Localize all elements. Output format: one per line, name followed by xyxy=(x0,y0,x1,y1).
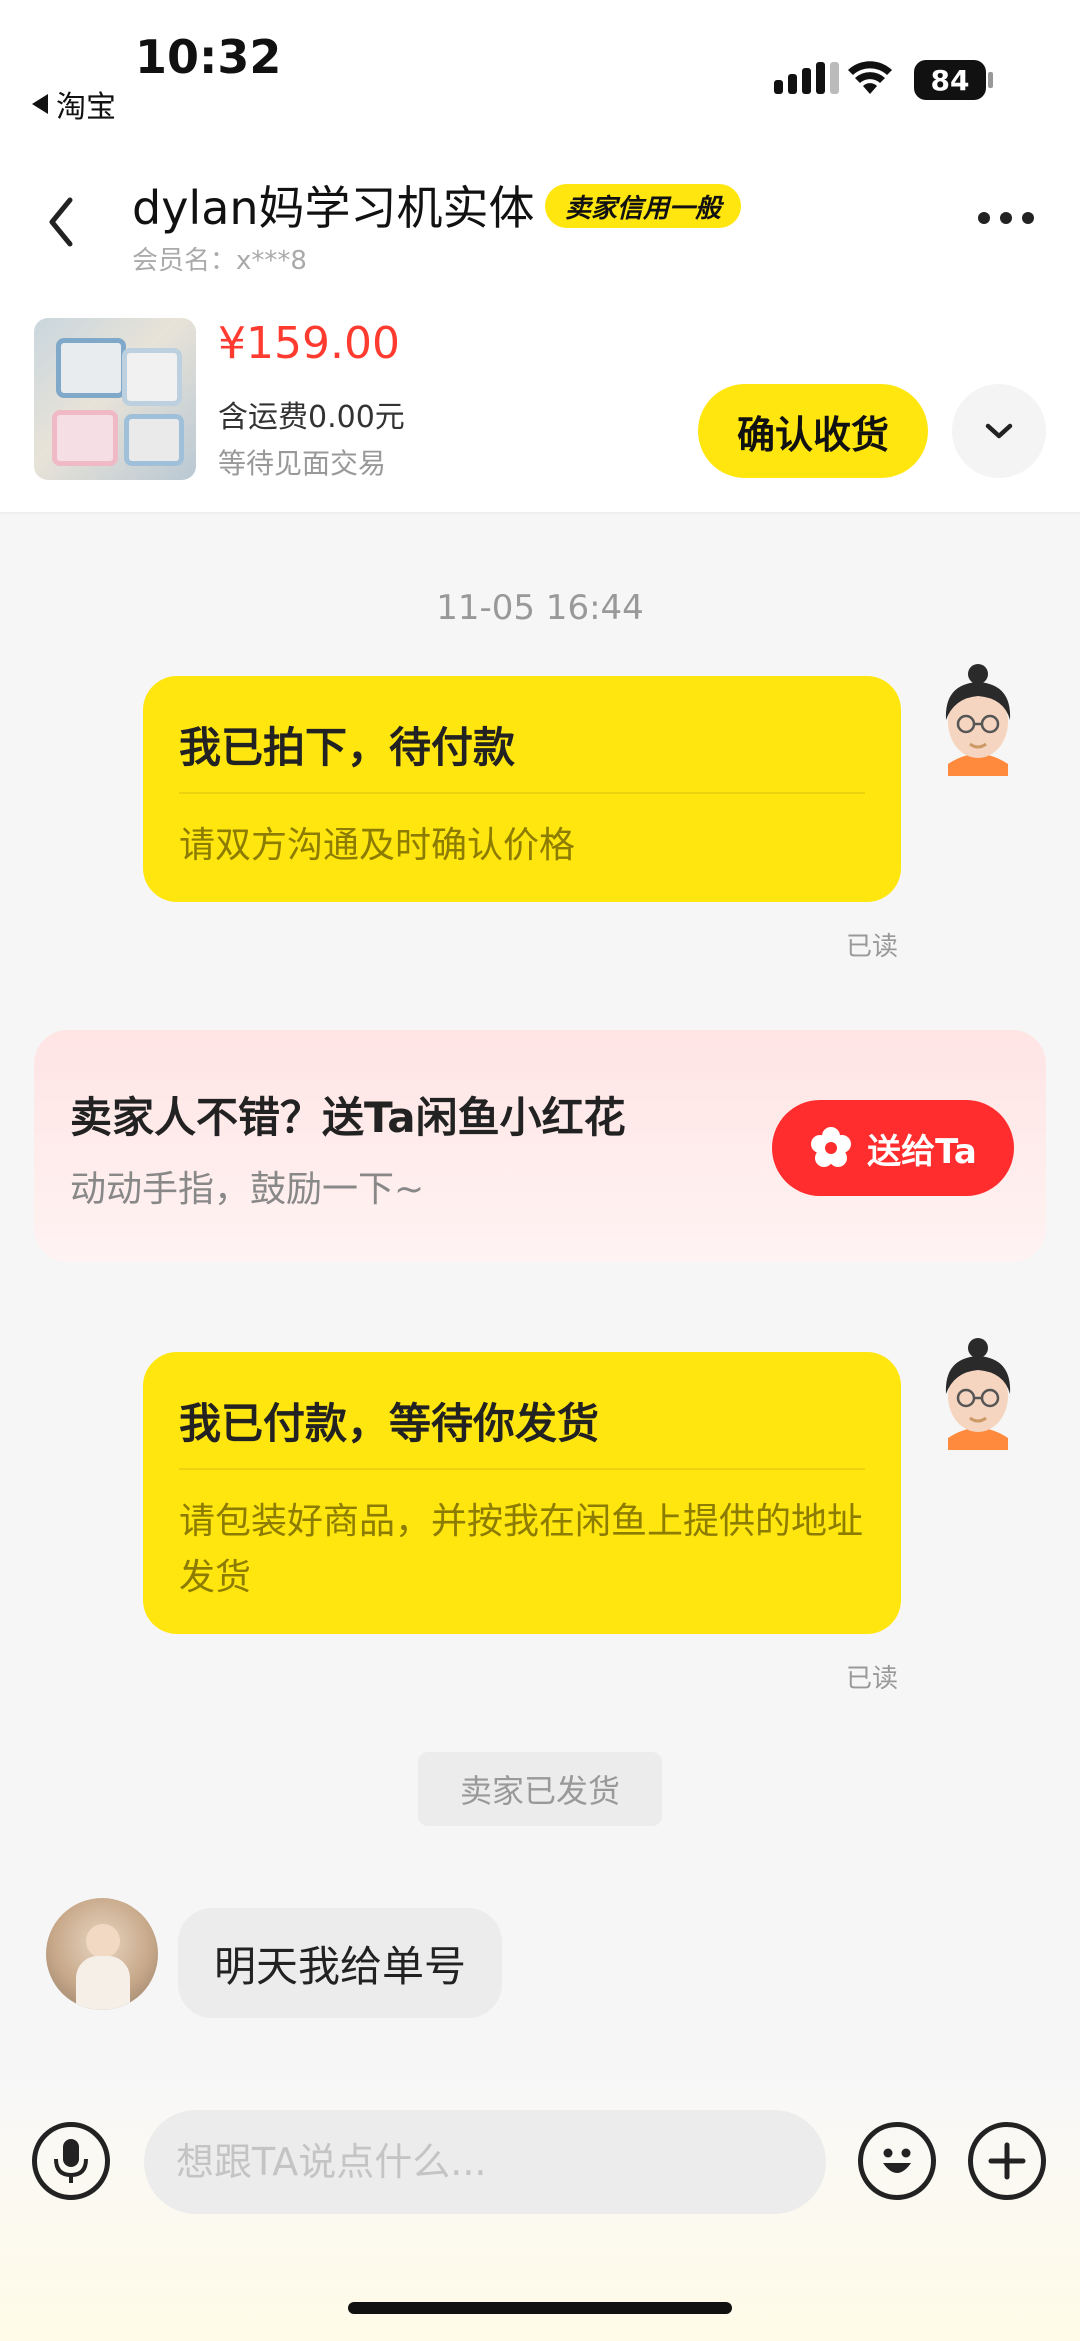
card-title: 我已拍下，待付款 xyxy=(179,723,516,772)
back-to-app-link[interactable]: 淘宝 xyxy=(32,82,116,126)
smiley-icon xyxy=(883,2148,911,2173)
my-avatar[interactable] xyxy=(930,1338,1026,1450)
system-status-tag: 卖家已发货 xyxy=(418,1752,662,1826)
flower-icon xyxy=(811,1127,852,1167)
plus-icon xyxy=(988,2142,1026,2180)
seller-avatar[interactable] xyxy=(46,1898,158,2010)
wifi-icon xyxy=(848,61,892,94)
chevron-left-icon[interactable] xyxy=(40,192,84,252)
confirm-receipt-button[interactable]: 确认收货 xyxy=(698,384,928,478)
send-flower-button[interactable]: 送给Ta xyxy=(772,1100,1014,1196)
flower-banner-subtitle: 动动手指，鼓励一下~ xyxy=(70,1169,425,1210)
card-body: 请包装好商品，并按我在闲鱼上提供的地址发货 xyxy=(179,1501,864,1598)
back-app-label: 淘宝 xyxy=(56,90,116,125)
back-triangle-icon xyxy=(32,94,48,114)
status-time: 10:32 xyxy=(135,30,282,84)
emoji-button[interactable] xyxy=(858,2122,936,2200)
order-card-placed[interactable]: 我已拍下，待付款 请双方沟通及时确认价格 xyxy=(143,676,901,902)
flower-banner: 卖家人不错？送Ta闲鱼小红花 动动手指，鼓励一下~ 送给Ta xyxy=(34,1030,1046,1262)
signal-icon xyxy=(774,62,839,94)
shipping-fee: 含运费0.00元 xyxy=(218,400,405,435)
product-price: ¥159.00 xyxy=(218,318,400,369)
message-timestamp: 11-05 16:44 xyxy=(436,588,644,628)
battery-indicator: 84 xyxy=(914,60,986,100)
credit-badge[interactable]: 卖家信用一般 xyxy=(545,184,742,228)
chat-title: dylan妈学习机实体 xyxy=(132,181,535,235)
read-status: 已读 xyxy=(846,1664,899,1694)
header-divider xyxy=(0,512,1080,514)
message-input[interactable] xyxy=(144,2110,826,2214)
battery-tip xyxy=(988,72,993,88)
microphone-icon xyxy=(54,2139,88,2183)
home-indicator xyxy=(348,2302,732,2314)
chevron-down-icon xyxy=(985,423,1013,439)
trade-status: 等待见面交易 xyxy=(218,447,387,480)
status-bar: 10:32 淘宝 84 xyxy=(0,0,1080,130)
my-avatar[interactable] xyxy=(930,664,1026,776)
member-name: 会员名：x***8 xyxy=(132,246,307,276)
more-dots-icon[interactable] xyxy=(978,212,1034,224)
seller-message-bubble[interactable]: 明天我给单号 xyxy=(178,1908,503,2018)
more-actions-button[interactable] xyxy=(968,2122,1046,2200)
flower-banner-title: 卖家人不错？送Ta闲鱼小红花 xyxy=(70,1093,626,1142)
expand-button[interactable] xyxy=(952,384,1046,478)
card-body: 请双方沟通及时确认价格 xyxy=(179,825,576,866)
product-thumbnail[interactable] xyxy=(34,318,196,480)
order-card-paid[interactable]: 我已付款，等待你发货 请包装好商品，并按我在闲鱼上提供的地址发货 xyxy=(143,1352,901,1634)
card-title: 我已付款，等待你发货 xyxy=(179,1399,600,1448)
read-status: 已读 xyxy=(846,932,899,962)
send-flower-label: 送给Ta xyxy=(867,1131,977,1172)
voice-button[interactable] xyxy=(32,2122,110,2200)
